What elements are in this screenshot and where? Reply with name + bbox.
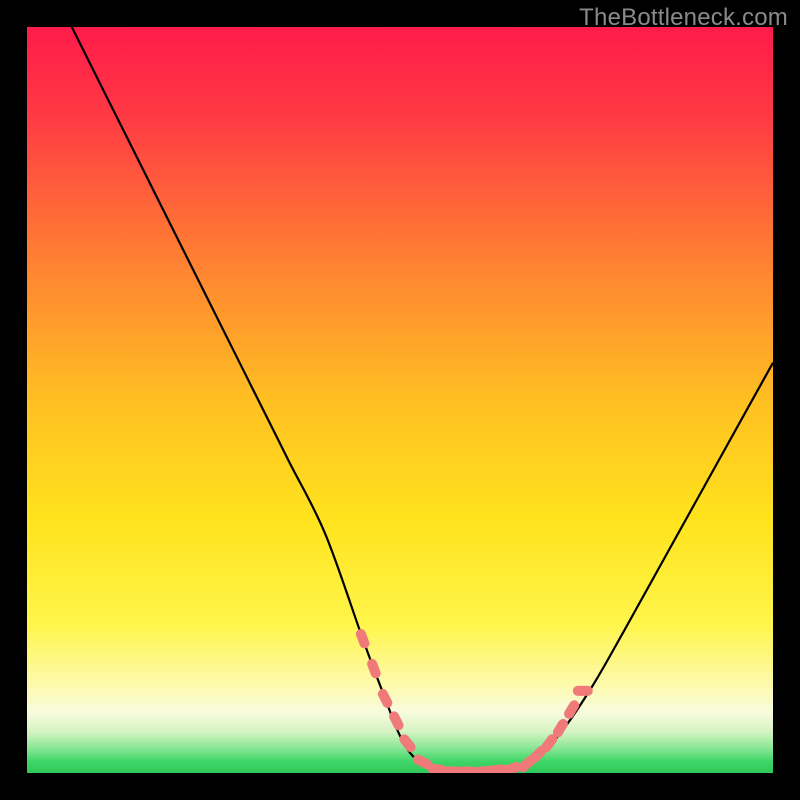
- gradient-background: [27, 27, 773, 773]
- watermark-text: TheBottleneck.com: [579, 4, 788, 32]
- bottleneck-chart: [27, 27, 773, 773]
- curve-marker: [573, 686, 593, 696]
- chart-frame: TheBottleneck.com: [0, 0, 800, 800]
